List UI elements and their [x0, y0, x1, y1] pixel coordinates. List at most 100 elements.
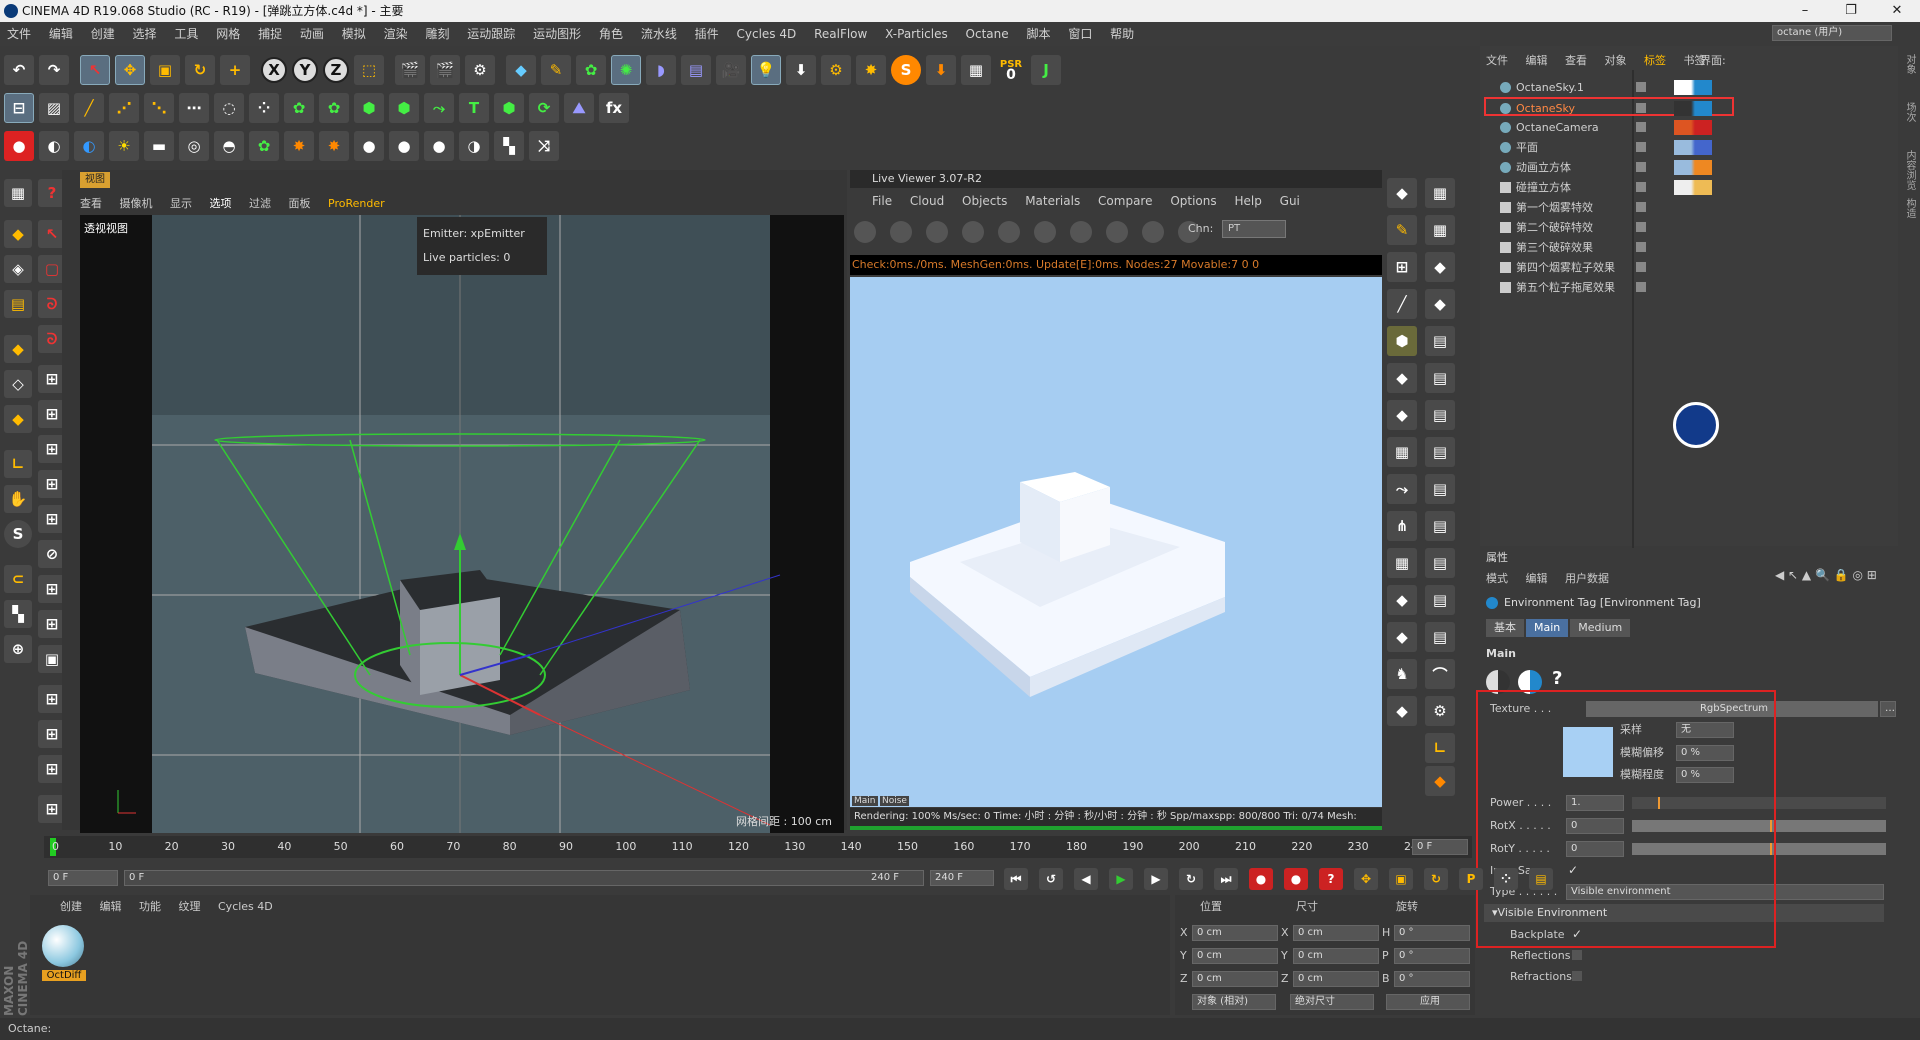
- undo-icon[interactable]: ↶: [4, 55, 34, 85]
- plugin-jb-icon[interactable]: J: [1031, 55, 1061, 85]
- fx-icon[interactable]: fx: [599, 93, 629, 123]
- auto-key-icon[interactable]: ●: [1284, 868, 1308, 890]
- restore-icon[interactable]: ❐: [1828, 0, 1874, 22]
- material-thumbnail[interactable]: [42, 925, 84, 967]
- lv-tab-noise[interactable]: Noise: [880, 796, 909, 806]
- start-frame-field[interactable]: 0 F: [48, 870, 118, 886]
- om-menu-edit[interactable]: 编辑: [1526, 54, 1548, 67]
- menu-edit[interactable]: 编辑: [42, 22, 80, 46]
- dynamics-tag-icon[interactable]: [1674, 160, 1712, 175]
- refractions-checkbox[interactable]: [1572, 971, 1582, 981]
- visibility-icon[interactable]: [1636, 202, 1646, 212]
- pen-icon[interactable]: ✎: [541, 55, 571, 85]
- size-y-field[interactable]: 0 cm: [1293, 948, 1379, 964]
- side-tool-10-icon[interactable]: ▤: [1425, 326, 1455, 356]
- lv-material-icon[interactable]: [1070, 221, 1092, 243]
- axis-mode-icon[interactable]: ▤: [4, 290, 32, 318]
- side-tool-23-icon[interactable]: ◆: [1387, 585, 1417, 615]
- menu-cycles4d[interactable]: Cycles 4D: [730, 22, 804, 46]
- key-help-icon[interactable]: ?: [1319, 868, 1343, 890]
- minimize-icon[interactable]: –: [1782, 0, 1828, 22]
- menu-tools[interactable]: 工具: [167, 22, 205, 46]
- octane-material-diffuse-icon[interactable]: ●: [354, 131, 384, 161]
- side-tool-19-icon[interactable]: ⋔: [1387, 511, 1417, 541]
- snap-icon[interactable]: ∟: [4, 450, 32, 478]
- object-row[interactable]: 平面: [1486, 138, 1886, 157]
- side-tool-17-icon[interactable]: ⤳: [1387, 474, 1417, 504]
- menu-realflow[interactable]: RealFlow: [807, 22, 874, 46]
- go-end-icon[interactable]: ⏭: [1214, 868, 1238, 890]
- om-menu-objects[interactable]: 对象: [1605, 54, 1627, 67]
- render-view-icon[interactable]: 🎬: [395, 55, 425, 85]
- visibility-icon[interactable]: [1636, 142, 1646, 152]
- pos-z-field[interactable]: 0 cm: [1192, 971, 1278, 987]
- vp-menu-display[interactable]: 显示: [170, 197, 192, 210]
- side-tool-4-icon[interactable]: ▦: [1425, 215, 1455, 245]
- sculpt-icon[interactable]: ⛰: [564, 93, 594, 123]
- octane-material-mix-icon[interactable]: ◑: [459, 131, 489, 161]
- range-slider[interactable]: 0 F 240 F: [124, 870, 924, 886]
- side-tab-objects[interactable]: 对象: [1902, 54, 1917, 94]
- lv-menu-file[interactable]: File: [872, 194, 892, 208]
- vp-menu-prorender[interactable]: ProRender: [328, 197, 385, 210]
- object-row[interactable]: 第五个粒子拖尾效果: [1486, 278, 1886, 297]
- menu-help[interactable]: 帮助: [1103, 22, 1141, 46]
- side-tool-3-icon[interactable]: ✎: [1387, 215, 1417, 245]
- xp-burst-icon[interactable]: ✸: [856, 55, 886, 85]
- camera-icon[interactable]: 🎥: [716, 55, 746, 85]
- side-tool-21-icon[interactable]: ▦: [1387, 548, 1417, 578]
- side-tool-31-icon[interactable]: ∟: [1425, 733, 1455, 763]
- menu-mesh[interactable]: 网格: [209, 22, 247, 46]
- render-picture-viewer-icon[interactable]: 🎬: [430, 55, 460, 85]
- mograph-tracer-icon[interactable]: ⤳: [424, 93, 454, 123]
- menu-render[interactable]: 渲染: [377, 22, 415, 46]
- octane-sun-icon[interactable]: ☀: [109, 131, 139, 161]
- visibility-icon[interactable]: [1636, 222, 1646, 232]
- side-tool-8-icon[interactable]: ◆: [1425, 289, 1455, 319]
- cube-icon[interactable]: ◆: [506, 55, 536, 85]
- side-tool-13-icon[interactable]: ◆: [1387, 400, 1417, 430]
- mograph-extrude-icon[interactable]: ⬢: [494, 93, 524, 123]
- lock-icon[interactable]: ⊕: [4, 635, 32, 663]
- octane-env-icon[interactable]: ◐: [39, 131, 69, 161]
- visibility-icon[interactable]: [1636, 122, 1646, 132]
- perspective-viewport[interactable]: 透视视图 Emitter: xpEmitter Live particles: …: [80, 215, 844, 833]
- menu-simulate[interactable]: 模拟: [335, 22, 373, 46]
- vp-menu-filter[interactable]: 过滤: [249, 197, 271, 210]
- prev-key-icon[interactable]: ↺: [1039, 868, 1063, 890]
- visibility-icon[interactable]: [1636, 242, 1646, 252]
- floor-icon[interactable]: ▤: [681, 55, 711, 85]
- attribute-nav-icons[interactable]: ◀ ↖ ▲ 🔍 🔒 ◎ ⊞: [1775, 568, 1877, 582]
- menu-window[interactable]: 窗口: [1061, 22, 1099, 46]
- edges-icon[interactable]: ◇: [4, 370, 32, 398]
- next-frame-icon[interactable]: ▶: [1144, 868, 1168, 890]
- side-tool-1-icon[interactable]: ◆: [1387, 178, 1417, 208]
- texture-icon[interactable]: ◈: [4, 255, 32, 283]
- menu-script[interactable]: 脚本: [1019, 22, 1057, 46]
- points-icon[interactable]: ◆: [4, 335, 32, 363]
- attr-menu-userdata[interactable]: 用户数据: [1565, 572, 1609, 585]
- make-editable-icon[interactable]: ⊟: [4, 93, 34, 123]
- render-settings-icon[interactable]: ⚙: [465, 55, 495, 85]
- side-tool-32-icon[interactable]: ◆: [1425, 766, 1455, 796]
- help-question-icon[interactable]: ?: [1552, 668, 1562, 689]
- octane-record-icon[interactable]: ●: [4, 131, 34, 161]
- spline-dots-icon[interactable]: ⋯: [179, 93, 209, 123]
- download-icon[interactable]: ⬇: [926, 55, 956, 85]
- tweak-icon[interactable]: ✋: [4, 485, 32, 513]
- object-row[interactable]: 动画立方体: [1486, 158, 1886, 177]
- octane-material-glossy-icon[interactable]: ●: [389, 131, 419, 161]
- prev-frame-icon[interactable]: ◀: [1074, 868, 1098, 890]
- object-row[interactable]: 碰撞立方体: [1486, 178, 1886, 197]
- object-row[interactable]: OctaneCamera: [1486, 118, 1886, 137]
- mat-menu-create[interactable]: 创建: [60, 900, 82, 913]
- tab-basic[interactable]: 基本: [1486, 619, 1524, 637]
- rot-p-field[interactable]: 0 °: [1394, 948, 1470, 964]
- apply-button[interactable]: 应用: [1386, 994, 1470, 1010]
- viewport-tab[interactable]: 视图: [80, 172, 110, 188]
- lv-pick-icon[interactable]: [1142, 221, 1164, 243]
- live-viewer-render[interactable]: [850, 277, 1382, 807]
- model-mode-icon[interactable]: ▨: [39, 93, 69, 123]
- object-row[interactable]: 第一个烟雾特效: [1486, 198, 1886, 217]
- knife-icon[interactable]: ╱: [74, 93, 104, 123]
